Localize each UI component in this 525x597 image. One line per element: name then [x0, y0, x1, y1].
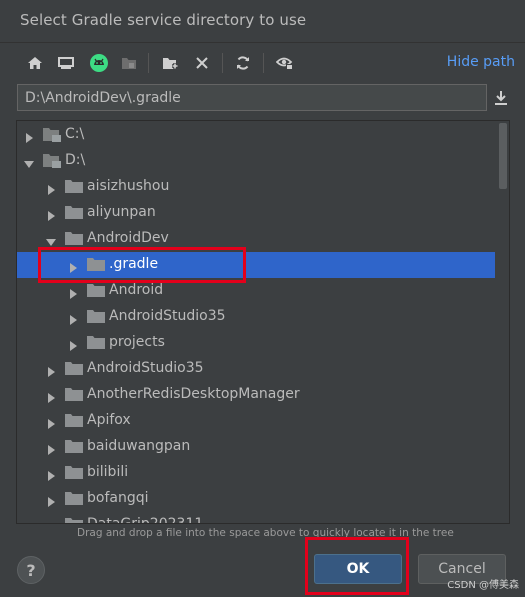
folder-icon	[65, 205, 83, 220]
collapsed-arrow-icon[interactable]	[45, 207, 57, 221]
ok-button[interactable]: OK	[314, 554, 402, 584]
toolbar-separator	[222, 53, 223, 73]
collapsed-arrow-icon[interactable]	[67, 311, 79, 325]
show-hidden-icon[interactable]	[272, 50, 298, 76]
collapsed-arrow-icon[interactable]	[67, 259, 79, 273]
folder-icon	[65, 491, 83, 506]
download-icon[interactable]	[488, 84, 514, 111]
tree-row[interactable]: AndroidDev	[17, 226, 495, 252]
tree-item-label: aliyunpan	[87, 204, 156, 220]
collapsed-arrow-icon[interactable]	[45, 519, 57, 523]
tree-item-label: AndroidStudio35	[109, 308, 226, 324]
tree-row[interactable]: bilibili	[17, 460, 495, 486]
tree-item-label: AndroidDev	[87, 230, 169, 246]
tree-row[interactable]: aisizhushou	[17, 174, 495, 200]
toolbar: Hide path	[18, 50, 515, 76]
tree-item-label: baiduwangpan	[87, 438, 191, 454]
tree-item-label: DataGrip202311	[87, 516, 204, 524]
folder-icon	[65, 517, 83, 523]
collapsed-arrow-icon[interactable]	[45, 415, 57, 429]
tree-row[interactable]: D:\	[17, 148, 495, 174]
tree-row[interactable]: AnotherRedisDesktopManager	[17, 382, 495, 408]
tree-item-label: aisizhushou	[87, 178, 170, 194]
collapsed-arrow-icon[interactable]	[67, 337, 79, 351]
tree-row[interactable]: AndroidStudio35	[17, 304, 495, 330]
expanded-arrow-icon[interactable]	[23, 155, 35, 168]
drag-drop-hint: Drag and drop a file into the space abov…	[77, 527, 454, 539]
folder-icon	[65, 179, 83, 194]
dialog-title: Select Gradle service directory to use	[20, 11, 307, 29]
tree-item-label: bilibili	[87, 464, 129, 480]
collapsed-arrow-icon[interactable]	[45, 363, 57, 377]
toolbar-separator	[148, 53, 149, 73]
collapsed-arrow-icon[interactable]	[67, 285, 79, 299]
hide-path-link[interactable]: Hide path	[447, 54, 515, 70]
tree-item-label: Android	[109, 282, 164, 298]
tree-row[interactable]: projects	[17, 330, 495, 356]
folder-icon	[65, 413, 83, 428]
folder-icon	[65, 465, 83, 480]
expanded-arrow-icon[interactable]	[45, 233, 57, 246]
refresh-icon[interactable]	[230, 50, 256, 76]
tree-item-label: Apifox	[87, 412, 131, 428]
desktop-icon[interactable]	[53, 50, 79, 76]
tree-row[interactable]: DataGrip202311	[17, 512, 495, 524]
new-folder-icon[interactable]	[158, 50, 184, 76]
tree-item-label: C:\	[65, 126, 85, 142]
folder-icon	[87, 309, 105, 324]
module-icon[interactable]	[116, 50, 142, 76]
tree-item-label: D:\	[65, 152, 86, 168]
tree-row[interactable]: C:\	[17, 122, 495, 148]
tree-row[interactable]: AndroidStudio35	[17, 356, 495, 382]
delete-icon[interactable]	[189, 50, 215, 76]
folder-icon	[87, 283, 105, 298]
collapsed-arrow-icon[interactable]	[45, 467, 57, 481]
title-divider	[0, 42, 525, 43]
directory-tree[interactable]: DataGrip202311 bofangqi bilibili baiduwangp…	[16, 120, 510, 524]
tree-row[interactable]: .gradle	[17, 252, 495, 278]
folder-icon	[65, 231, 83, 246]
drive-icon	[43, 127, 61, 142]
help-button[interactable]: ?	[17, 556, 45, 584]
path-input[interactable]: D:\AndroidDev\.gradle	[17, 84, 487, 111]
folder-icon	[65, 387, 83, 402]
android-project-icon[interactable]	[86, 50, 112, 76]
tree-row[interactable]: baiduwangpan	[17, 434, 495, 460]
folder-icon	[87, 257, 105, 272]
collapsed-arrow-icon[interactable]	[45, 441, 57, 455]
collapsed-arrow-icon[interactable]	[45, 493, 57, 507]
collapsed-arrow-icon[interactable]	[23, 129, 35, 143]
tree-item-label: AndroidStudio35	[87, 360, 204, 376]
tree-item-label: projects	[109, 334, 165, 350]
tree-row[interactable]: Apifox	[17, 408, 495, 434]
collapsed-arrow-icon[interactable]	[45, 181, 57, 195]
tree-item-label: .gradle	[109, 256, 159, 272]
tree-row[interactable]: aliyunpan	[17, 200, 495, 226]
folder-icon	[65, 361, 83, 376]
tree-row[interactable]: Android	[17, 278, 495, 304]
tree-scrollbar[interactable]	[499, 123, 507, 189]
drive-icon	[43, 153, 61, 168]
tree-row[interactable]: bofangqi	[17, 486, 495, 512]
home-icon[interactable]	[22, 50, 48, 76]
tree-item-label: bofangqi	[87, 490, 149, 506]
watermark: CSDN @傅美森	[447, 580, 519, 591]
toolbar-separator	[263, 53, 264, 73]
collapsed-arrow-icon[interactable]	[45, 389, 57, 403]
folder-icon	[65, 439, 83, 454]
tree-item-label: AnotherRedisDesktopManager	[87, 386, 300, 402]
folder-icon	[87, 335, 105, 350]
